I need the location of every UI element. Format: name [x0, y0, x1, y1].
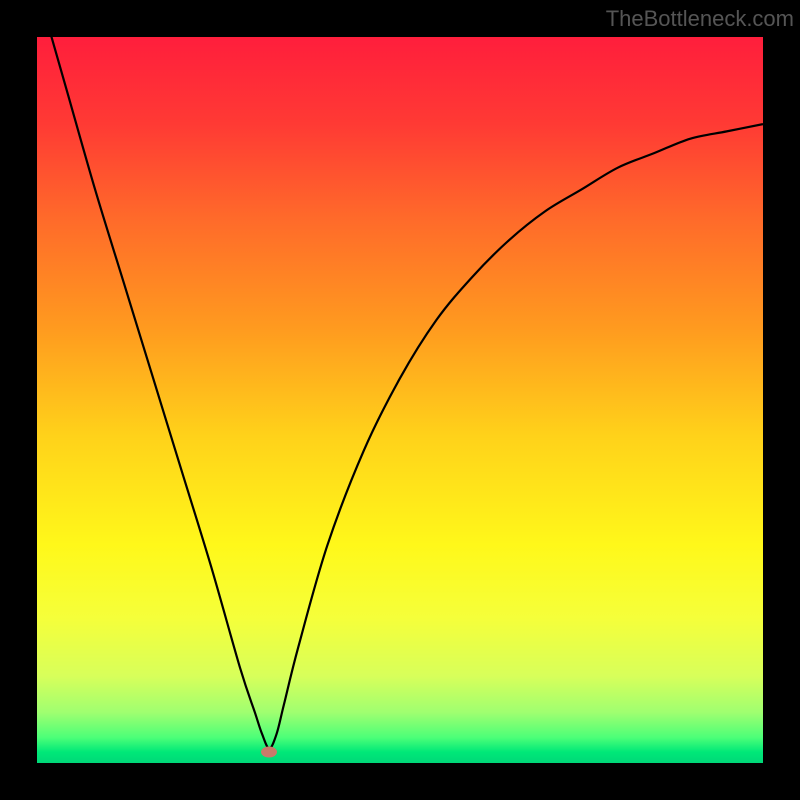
chart-container: TheBottleneck.com	[0, 0, 800, 800]
optimum-marker	[261, 747, 277, 758]
plot-area	[37, 37, 763, 763]
watermark-text: TheBottleneck.com	[606, 6, 794, 32]
bottleneck-curve	[37, 37, 763, 763]
